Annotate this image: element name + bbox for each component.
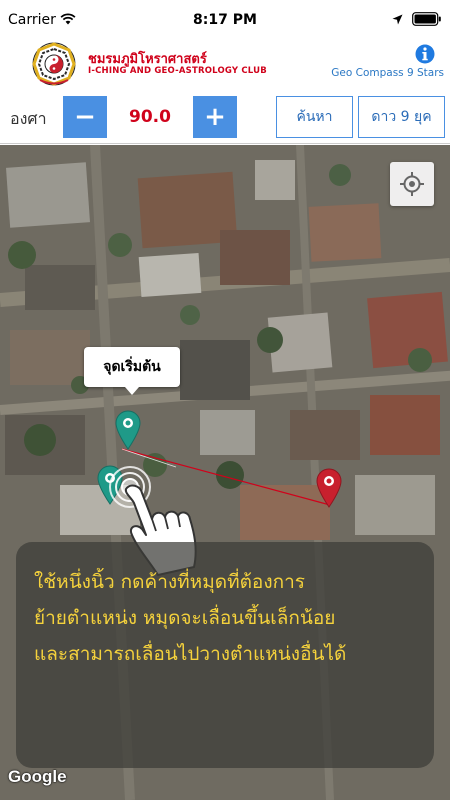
locate-icon — [400, 172, 424, 196]
google-attribution: Google — [8, 767, 67, 786]
location-arrow-icon — [392, 14, 403, 25]
increase-degree-button[interactable]: + — [193, 96, 237, 138]
battery-icon — [412, 12, 441, 26]
tutorial-line: ใช้หนึ่งนิ้ว กดค้างที่หมุดที่ต้องการ — [34, 571, 306, 593]
tutorial-overlay[interactable]: ใช้หนึ่งนิ้ว กดค้างที่หมุดที่ต้องการ ย้า… — [16, 542, 434, 768]
degree-controls: องศา − 90.0 + ค้นหา ดาว 9 ยุค — [0, 88, 450, 144]
club-title-english: I-CHING AND GEO-ASTROLOGY CLUB — [88, 66, 267, 76]
locate-me-button[interactable] — [390, 162, 434, 206]
status-bar: Carrier 8:17 PM — [0, 0, 450, 40]
app-header: ชมรมภูมิโหราศาสตร์ I-CHING AND GEO-ASTRO… — [0, 40, 450, 88]
degree-label: องศา — [10, 109, 47, 128]
search-button[interactable]: ค้นหา — [276, 96, 353, 138]
degree-value: 90.0 — [129, 107, 171, 127]
tutorial-line: และสามารถเลื่อนไปวางตำแหน่งอื่นได้ — [34, 643, 347, 665]
end-pin-icon[interactable] — [316, 468, 342, 508]
info-icon[interactable] — [415, 44, 435, 64]
nine-stars-button[interactable]: ดาว 9 ยุค — [358, 96, 445, 138]
club-logo — [32, 42, 76, 86]
status-time: 8:17 PM — [193, 12, 257, 28]
decrease-degree-button[interactable]: − — [63, 96, 107, 138]
app-name: Geo Compass 9 Stars — [331, 67, 444, 79]
tutorial-line: ย้ายตำแหน่ง หมุดจะเลื่อนขึ้นเล็กน้อย — [34, 607, 336, 629]
start-pin-icon[interactable] — [115, 410, 141, 450]
start-point-callout: จุดเริ่มต้น — [84, 347, 180, 395]
map-view[interactable]: จุดเริ่มต้น ใช้หนึ่งนิ้ว กดค้างที่หมุดที… — [0, 145, 450, 800]
